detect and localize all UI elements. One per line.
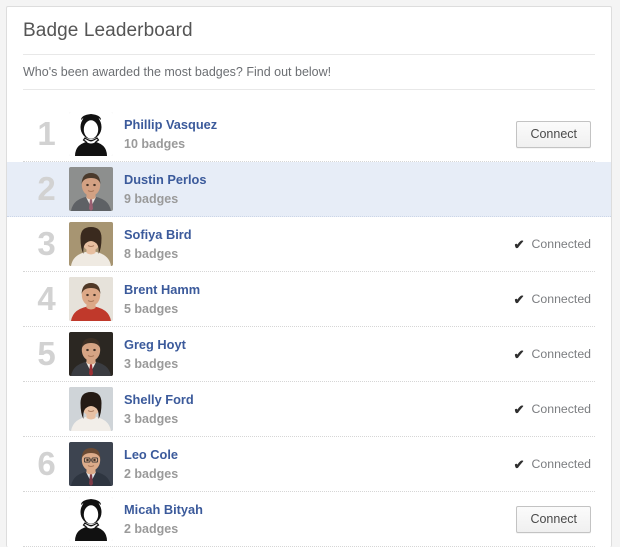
badge-count: 9 badges <box>124 191 179 206</box>
person-info: Greg Hoyt 3 badges <box>124 337 471 372</box>
check-icon: ✔ <box>513 236 525 252</box>
row-action: ✔ Connected <box>471 292 595 306</box>
rank-number: 2 <box>37 170 55 207</box>
avatar[interactable] <box>69 167 113 211</box>
rank-number: 3 <box>37 225 55 262</box>
connected-status: ✔ Connected <box>514 402 591 416</box>
connected-label: Connected <box>531 402 591 416</box>
connected-status: ✔ Connected <box>514 237 591 251</box>
avatar[interactable] <box>69 387 113 431</box>
panel-subtitle-container: Who's been awarded the most badges? Find… <box>23 54 595 90</box>
avatar-photo <box>69 277 113 321</box>
badge-count: 2 badges <box>124 521 179 536</box>
badge-leaderboard-card: Badge Leaderboard Who's been awarded the… <box>6 6 612 547</box>
person-name-link[interactable]: Micah Bityah <box>124 502 471 518</box>
leaderboard-list: 1 Phillip Vasquez 10 badges Connect 2 Dustin … <box>7 90 611 547</box>
leaderboard-row: 3 Sofiya Bird 8 badges ✔ Connected <box>23 217 595 272</box>
avatar-silhouette-icon <box>69 112 113 156</box>
leaderboard-row: 5 Greg Hoyt 3 badges ✔ Connected <box>23 327 595 382</box>
person-info: Phillip Vasquez 10 badges <box>124 117 471 152</box>
badge-count: 10 badges <box>124 136 186 151</box>
avatar-photo <box>69 222 113 266</box>
row-action: Connect <box>471 120 595 148</box>
row-action: ✔ Connected <box>471 237 595 251</box>
leaderboard-row: 1 Phillip Vasquez 10 badges Connect <box>23 107 595 162</box>
person-name-link[interactable]: Leo Cole <box>124 447 471 463</box>
person-info: Leo Cole 2 badges <box>124 447 471 482</box>
avatar[interactable] <box>69 497 113 541</box>
badge-count: 8 badges <box>124 246 179 261</box>
person-name-link[interactable]: Shelly Ford <box>124 392 471 408</box>
avatar-photo <box>69 167 113 211</box>
connected-status: ✔ Connected <box>514 292 591 306</box>
connected-label: Connected <box>531 347 591 361</box>
check-icon: ✔ <box>513 456 525 472</box>
row-action: ✔ Connected <box>471 457 595 471</box>
rank-number: 4 <box>37 280 55 317</box>
person-info: Sofiya Bird 8 badges <box>124 227 471 262</box>
connected-label: Connected <box>531 457 591 471</box>
avatar[interactable] <box>69 222 113 266</box>
badge-count: 2 badges <box>124 466 179 481</box>
connected-label: Connected <box>531 237 591 251</box>
leaderboard-row: 6 Leo Cole 2 badges ✔ Connected <box>23 437 595 492</box>
rank-number: 6 <box>37 445 55 482</box>
avatar[interactable] <box>69 277 113 321</box>
avatar[interactable] <box>69 332 113 376</box>
avatar[interactable] <box>69 112 113 156</box>
connect-button[interactable]: Connect <box>516 505 591 533</box>
avatar-photo <box>69 332 113 376</box>
panel-subtitle: Who's been awarded the most badges? Find… <box>23 65 332 79</box>
leaderboard-row: 2 Dustin Perlos 9 badges <box>7 162 611 217</box>
connect-button[interactable]: Connect <box>516 120 591 148</box>
badge-count: 3 badges <box>124 411 179 426</box>
person-name-link[interactable]: Brent Hamm <box>124 282 471 298</box>
person-name-link[interactable]: Phillip Vasquez <box>124 117 471 133</box>
person-info: Dustin Perlos 9 badges <box>124 172 471 207</box>
person-info: Micah Bityah 2 badges <box>124 502 471 537</box>
connected-status: ✔ Connected <box>514 457 591 471</box>
person-info: Shelly Ford 3 badges <box>124 392 471 427</box>
connected-label: Connected <box>531 292 591 306</box>
leaderboard-row: 4 Brent Hamm 5 badges ✔ Connected <box>23 272 595 327</box>
avatar-photo <box>69 442 113 486</box>
leaderboard-row: Shelly Ford 3 badges ✔ Connected <box>23 382 595 437</box>
badge-count: 3 badges <box>124 356 179 371</box>
rank-number: 5 <box>37 335 55 372</box>
person-info: Brent Hamm 5 badges <box>124 282 471 317</box>
page-title: Badge Leaderboard <box>23 20 193 41</box>
avatar-photo <box>69 387 113 431</box>
person-name-link[interactable]: Sofiya Bird <box>124 227 471 243</box>
row-action: ✔ Connected <box>471 347 595 361</box>
person-name-link[interactable]: Dustin Perlos <box>124 172 471 188</box>
panel-header: Badge Leaderboard <box>7 7 611 54</box>
check-icon: ✔ <box>513 401 525 417</box>
avatar-silhouette-icon <box>69 497 113 541</box>
badge-count: 5 badges <box>124 301 179 316</box>
connected-status: ✔ Connected <box>514 347 591 361</box>
check-icon: ✔ <box>513 346 525 362</box>
check-icon: ✔ <box>513 291 525 307</box>
leaderboard-row: Micah Bityah 2 badges Connect <box>23 492 595 547</box>
row-action: Connect <box>471 505 595 533</box>
rank-number: 1 <box>37 115 55 152</box>
row-action: ✔ Connected <box>471 402 595 416</box>
person-name-link[interactable]: Greg Hoyt <box>124 337 471 353</box>
avatar[interactable] <box>69 442 113 486</box>
